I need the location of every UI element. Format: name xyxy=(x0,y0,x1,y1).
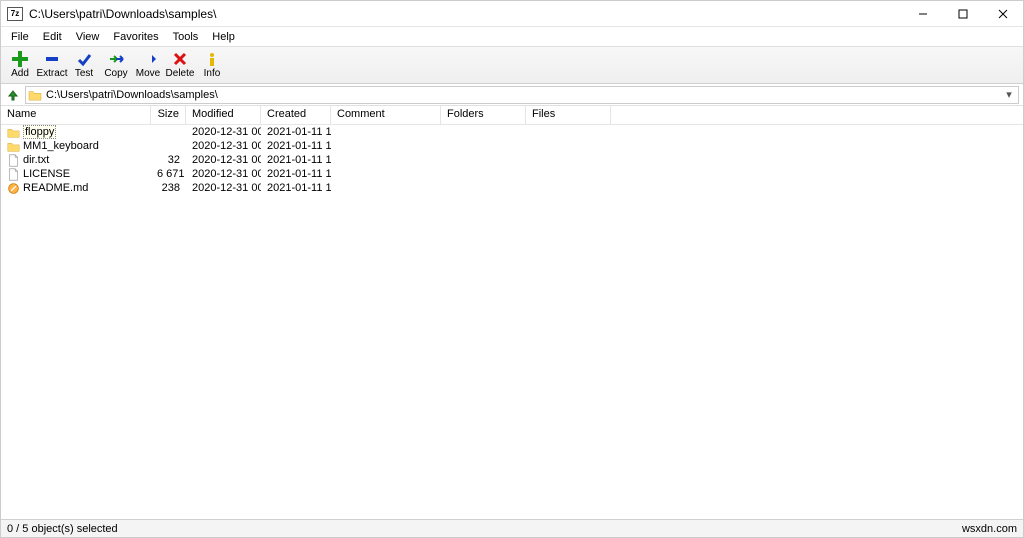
table-row[interactable]: MM1_keyboard 2020-12-31 00:092021-01-11 1… xyxy=(1,139,1023,153)
header-created[interactable]: Created xyxy=(261,106,331,124)
delete-button[interactable]: Delete xyxy=(165,50,195,80)
menu-file[interactable]: File xyxy=(5,29,35,45)
cell-modified: 2020-12-31 00:25 xyxy=(186,154,261,166)
address-input[interactable] xyxy=(46,89,1002,101)
address-input-wrapper[interactable]: ▾ xyxy=(25,86,1019,104)
cell-modified: 2020-12-31 00:25 xyxy=(186,182,261,194)
delete-label: Delete xyxy=(166,68,195,79)
cell-created: 2021-01-11 18:17 xyxy=(261,140,331,152)
file-list[interactable]: floppy2020-12-31 00:092021-01-11 18:17MM… xyxy=(1,125,1023,519)
move-button[interactable]: Move xyxy=(133,50,163,80)
header-size[interactable]: Size xyxy=(151,106,186,124)
info-icon xyxy=(204,51,220,67)
info-button[interactable]: Info xyxy=(197,50,227,80)
test-label: Test xyxy=(75,68,93,79)
cell-name: floppy xyxy=(1,125,151,139)
column-headers: Name Size Modified Created Comment Folde… xyxy=(1,106,1023,125)
file-name: floppy xyxy=(23,125,56,139)
move-label: Move xyxy=(136,68,160,79)
menu-help[interactable]: Help xyxy=(206,29,241,45)
copy-button[interactable]: Copy xyxy=(101,50,131,80)
app-icon: 7z xyxy=(7,7,23,21)
info-label: Info xyxy=(204,68,221,79)
maximize-button[interactable] xyxy=(943,1,983,27)
extract-button[interactable]: Extract xyxy=(37,50,67,80)
cell-modified: 2020-12-31 00:25 xyxy=(186,168,261,180)
add-icon xyxy=(12,51,28,67)
header-name[interactable]: Name xyxy=(1,106,151,124)
copy-icon xyxy=(108,51,124,67)
move-icon xyxy=(140,51,156,67)
statusbar: 0 / 5 object(s) selected wsxdn.com xyxy=(1,519,1023,537)
menu-favorites[interactable]: Favorites xyxy=(107,29,164,45)
menu-edit[interactable]: Edit xyxy=(37,29,68,45)
up-icon[interactable] xyxy=(5,87,21,103)
cell-size: 32 xyxy=(151,154,186,166)
header-folders[interactable]: Folders xyxy=(441,106,526,124)
add-label: Add xyxy=(11,68,29,79)
cell-created: 2021-01-11 18:18 xyxy=(261,182,331,194)
delete-icon xyxy=(172,51,188,67)
menu-view[interactable]: View xyxy=(70,29,106,45)
cell-modified: 2020-12-31 00:09 xyxy=(186,140,261,152)
test-icon xyxy=(76,51,92,67)
test-button[interactable]: Test xyxy=(69,50,99,80)
table-row[interactable]: floppy 2020-12-31 00:092021-01-11 18:17 xyxy=(1,125,1023,139)
file-name: README.md xyxy=(23,182,88,194)
header-modified[interactable]: Modified xyxy=(186,106,261,124)
window-title: C:\Users\patri\Downloads\samples\ xyxy=(29,7,903,21)
copy-label: Copy xyxy=(104,68,127,79)
toolbar: Add Extract Test Copy Move Delete Info xyxy=(1,46,1023,84)
status-right: wsxdn.com xyxy=(962,523,1017,535)
cell-name: dir.txt xyxy=(1,154,151,167)
menu-tools[interactable]: Tools xyxy=(167,29,205,45)
file-name: dir.txt xyxy=(23,154,49,166)
cell-name: MM1_keyboard xyxy=(1,140,151,153)
file-name: LICENSE xyxy=(23,168,70,180)
menubar: FileEditViewFavoritesToolsHelp xyxy=(1,27,1023,46)
cell-modified: 2020-12-31 00:09 xyxy=(186,126,261,138)
cell-name: README.md xyxy=(1,182,151,195)
file-name: MM1_keyboard xyxy=(23,140,99,152)
extract-icon xyxy=(44,51,60,67)
cell-created: 2021-01-11 18:18 xyxy=(261,154,331,166)
header-files[interactable]: Files xyxy=(526,106,611,124)
addressbar: ▾ xyxy=(1,84,1023,106)
cell-created: 2021-01-11 18:18 xyxy=(261,168,331,180)
status-selection: 0 / 5 object(s) selected xyxy=(7,523,118,535)
header-comment[interactable]: Comment xyxy=(331,106,441,124)
cell-name: LICENSE xyxy=(1,168,151,181)
cell-size: 238 xyxy=(151,182,186,194)
close-button[interactable] xyxy=(983,1,1023,27)
table-row[interactable]: dir.txt 322020-12-31 00:252021-01-11 18:1… xyxy=(1,153,1023,167)
cell-created: 2021-01-11 18:17 xyxy=(261,126,331,138)
folder-icon xyxy=(28,89,42,101)
table-row[interactable]: README.md 2382020-12-31 00:252021-01-11 1… xyxy=(1,181,1023,195)
minimize-button[interactable] xyxy=(903,1,943,27)
address-dropdown-icon[interactable]: ▾ xyxy=(1002,88,1016,101)
cell-size: 6 671 xyxy=(151,168,186,180)
extract-label: Extract xyxy=(36,68,67,79)
titlebar: 7z C:\Users\patri\Downloads\samples\ xyxy=(1,1,1023,27)
table-row[interactable]: LICENSE 6 6712020-12-31 00:252021-01-11 1… xyxy=(1,167,1023,181)
add-button[interactable]: Add xyxy=(5,50,35,80)
